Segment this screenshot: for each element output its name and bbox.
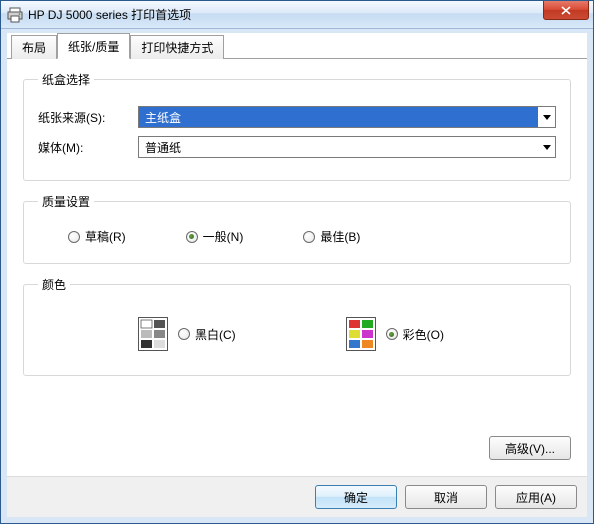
quality-settings-group: 质量设置 草稿(R) 一般(N) 最佳(B) — [23, 193, 571, 264]
color-group: 颜色 — [23, 276, 571, 376]
radio-draft-label: 草稿(R) — [85, 228, 126, 245]
radio-best[interactable]: 最佳(B) — [303, 228, 360, 245]
radio-color-label: 彩色(O) — [403, 326, 444, 343]
paper-source-dropdown[interactable]: 主纸盒 — [138, 106, 556, 128]
tray-selection-group: 纸盒选择 纸张来源(S): 主纸盒 媒体(M): 普通纸 — [23, 71, 571, 181]
printer-icon — [7, 7, 23, 23]
titlebar: HP DJ 5000 series 打印首选项 — [1, 1, 593, 29]
ok-button[interactable]: 确定 — [315, 485, 397, 509]
media-label: 媒体(M): — [38, 139, 138, 156]
tab-strip: 布局 纸张/质量 打印快捷方式 — [7, 33, 587, 59]
media-value: 普通纸 — [139, 139, 538, 156]
tab-shortcut[interactable]: 打印快捷方式 — [130, 35, 224, 59]
radio-icon — [186, 231, 198, 243]
color-swatch-icon — [346, 317, 376, 351]
radio-draft[interactable]: 草稿(R) — [68, 228, 126, 245]
apply-button[interactable]: 应用(A) — [495, 485, 577, 509]
radio-bw-label: 黑白(C) — [195, 326, 236, 343]
color-option-color: 彩色(O) — [346, 317, 444, 351]
radio-icon — [178, 328, 190, 340]
radio-normal-label: 一般(N) — [203, 228, 244, 245]
radio-color[interactable]: 彩色(O) — [386, 326, 444, 343]
chevron-down-icon — [538, 137, 555, 157]
window-title: HP DJ 5000 series 打印首选项 — [28, 6, 191, 23]
tray-legend: 纸盒选择 — [38, 71, 94, 88]
tab-paper-quality[interactable]: 纸张/质量 — [57, 33, 130, 59]
paper-source-value: 主纸盒 — [139, 109, 538, 126]
radio-icon — [68, 231, 80, 243]
radio-normal[interactable]: 一般(N) — [186, 228, 244, 245]
tab-layout[interactable]: 布局 — [11, 35, 57, 59]
cancel-button[interactable]: 取消 — [405, 485, 487, 509]
bw-swatch-icon — [138, 317, 168, 351]
radio-best-label: 最佳(B) — [320, 228, 360, 245]
color-legend: 颜色 — [38, 276, 70, 293]
radio-icon — [386, 328, 398, 340]
paper-source-label: 纸张来源(S): — [38, 109, 138, 126]
radio-bw[interactable]: 黑白(C) — [178, 326, 236, 343]
chevron-down-icon — [538, 107, 555, 127]
print-preferences-window: HP DJ 5000 series 打印首选项 布局 纸张/质量 打印快捷方式 … — [0, 0, 594, 524]
close-button[interactable] — [543, 1, 589, 20]
dialog-body: 布局 纸张/质量 打印快捷方式 纸盒选择 纸张来源(S): 主纸盒 媒体(M) — [1, 29, 593, 523]
advanced-button[interactable]: 高级(V)... — [489, 436, 571, 460]
advanced-row: 高级(V)... — [23, 432, 571, 468]
quality-legend: 质量设置 — [38, 193, 94, 210]
dialog-button-row: 确定 取消 应用(A) — [7, 476, 587, 517]
radio-icon — [303, 231, 315, 243]
media-dropdown[interactable]: 普通纸 — [138, 136, 556, 158]
tab-panel-paper-quality: 纸盒选择 纸张来源(S): 主纸盒 媒体(M): 普通纸 — [7, 59, 587, 476]
color-option-bw: 黑白(C) — [138, 317, 236, 351]
